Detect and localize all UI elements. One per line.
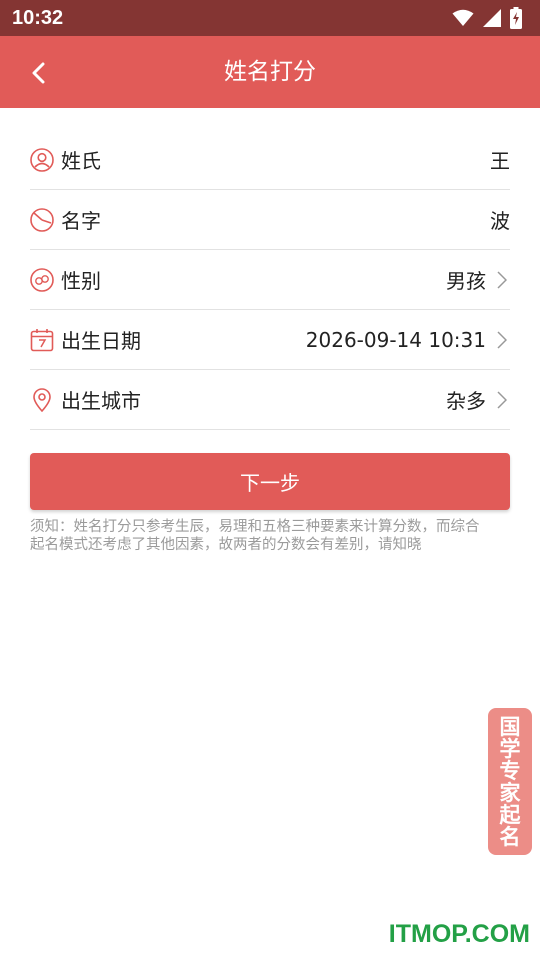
pie-icon <box>30 207 54 232</box>
watermark: ITMOP.COM <box>388 920 530 948</box>
side-tag-char: 家 <box>499 780 521 805</box>
birth-city-value[interactable]: 杂多 <box>446 385 486 414</box>
surname-row[interactable]: 姓氏 王 <box>30 130 510 190</box>
birth-date-label: 出生日期 <box>61 329 141 353</box>
surname-value[interactable]: 王 <box>490 145 510 174</box>
status-icons <box>452 7 522 29</box>
given-name-value[interactable]: 波 <box>490 205 510 234</box>
given-name-row[interactable]: 名字 波 <box>30 190 510 250</box>
status-bar: 10:32 <box>0 0 540 36</box>
chevron-right-icon <box>494 270 510 290</box>
chevron-right-icon <box>494 330 510 350</box>
calendar-icon <box>30 328 54 352</box>
expert-naming-tag[interactable]: 国 学 专 家 起 名 <box>488 708 532 855</box>
side-tag-char: 专 <box>499 758 521 783</box>
birth-city-label: 出生城市 <box>61 389 141 413</box>
birth-city-row[interactable]: 出生城市 杂多 <box>30 370 510 430</box>
person-icon <box>30 147 54 172</box>
surname-label: 姓氏 <box>61 149 101 173</box>
side-tag-char: 国 <box>499 714 521 739</box>
birth-date-value[interactable]: 2026-09-14 10:31 <box>306 328 486 352</box>
side-tag-char: 学 <box>499 736 521 761</box>
battery-icon <box>510 7 522 29</box>
gender-row[interactable]: 性别 男孩 <box>30 250 510 310</box>
gender-icon <box>30 267 54 292</box>
chevron-right-icon <box>494 390 510 410</box>
signal-icon <box>483 9 501 27</box>
location-pin-icon <box>30 387 54 412</box>
status-time: 10:32 <box>12 6 64 29</box>
name-score-form: 姓氏 王 名字 波 性别 男孩 出生日期 2026-09-14 10:31 出生… <box>30 130 510 430</box>
gender-label: 性别 <box>61 269 101 293</box>
notice-text: 须知：姓名打分只参考生辰，易理和五格三种要素来计算分数，而综合起名模式还考虑了其… <box>30 519 480 553</box>
side-tag-char: 起 <box>499 802 521 827</box>
page-title: 姓名打分 <box>224 59 316 85</box>
next-step-button[interactable]: 下一步 <box>30 453 510 510</box>
gender-value[interactable]: 男孩 <box>446 265 486 294</box>
birth-date-row[interactable]: 出生日期 2026-09-14 10:31 <box>30 310 510 370</box>
side-tag-char: 名 <box>499 824 521 849</box>
wifi-icon <box>452 9 474 26</box>
given-name-label: 名字 <box>61 209 101 233</box>
app-bar: 姓名打分 <box>0 36 540 108</box>
